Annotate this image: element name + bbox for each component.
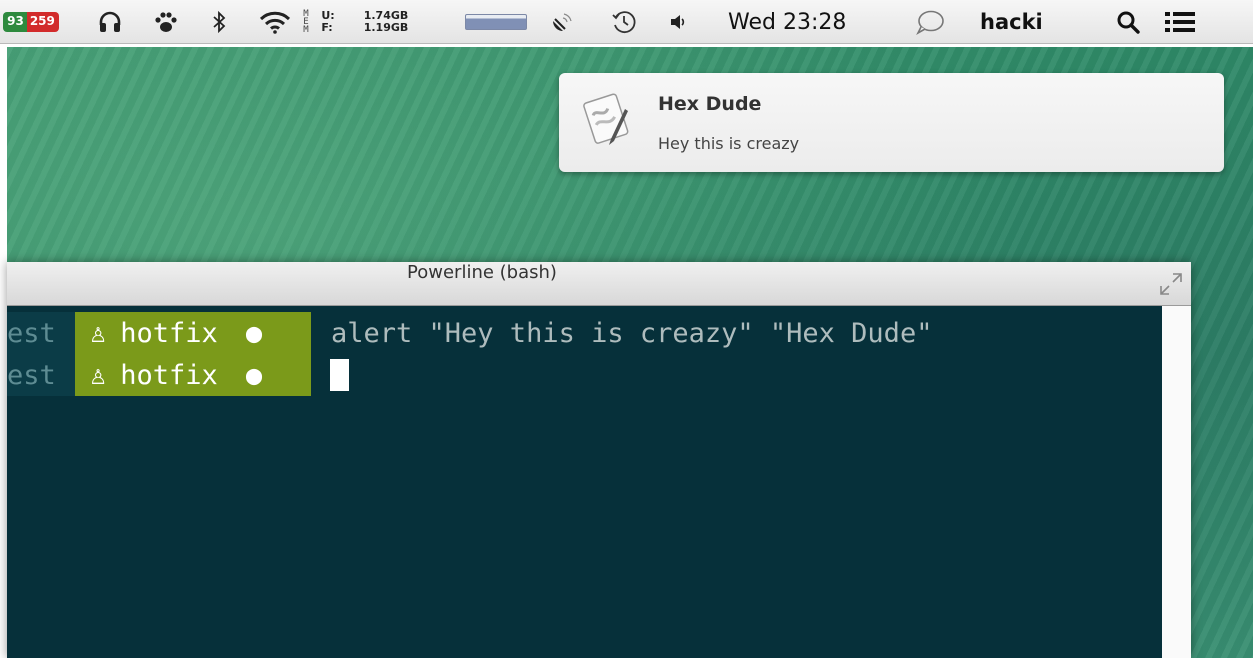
mem-letter: M [303,25,309,35]
apple-icon: ● [245,317,263,349]
badge-count-red: 259 [26,12,59,32]
terminal-line: est ♙ hotfix ● alert "Hey this is creazy… [7,312,932,354]
terminal-title-bar[interactable]: Powerline (bash) [7,262,1191,306]
memory-label: M E M [298,0,314,44]
script-editor-icon [581,89,635,149]
prompt-user-segment: est [7,312,75,354]
notification-banner[interactable]: Hex Dude Hey this is creazy [559,73,1224,172]
prompt-user-segment: est [7,354,75,396]
apple-icon: ● [245,359,263,391]
branch-icon: ♙ [90,359,107,391]
branch-name: hotfix [120,317,218,349]
clock[interactable]: Wed 23:28 [728,0,898,44]
memory-values[interactable]: 1.74GB 1.19GB [356,0,416,44]
user-name: hacki [980,10,1043,34]
terminal-window[interactable]: Powerline (bash) est ♙ hotfix ● alert "H… [7,262,1191,658]
mem-free-value: 1.19GB [363,21,409,34]
text-cursor [330,359,349,391]
memory-gauge[interactable] [463,0,529,44]
wifi-icon[interactable] [255,0,295,44]
clock-text: Wed 23:28 [728,9,847,35]
branch-name: hotfix [120,359,218,391]
paw-icon[interactable] [148,0,184,44]
counter-badge[interactable]: 93 259 [0,0,62,44]
satellite-icon[interactable] [545,0,579,44]
menu-bar: 93 259 M E M U: F: 1.74GB 1.19GB Wed 23:… [0,0,1253,44]
list-icon[interactable] [1160,0,1200,44]
search-icon[interactable] [1112,0,1144,44]
terminal-line: est ♙ hotfix ● [7,354,349,396]
mem-free-label: F: [321,21,333,34]
branch-icon: ♙ [90,317,107,349]
terminal-content[interactable]: est ♙ hotfix ● alert "Hey this is creazy… [7,306,1162,658]
chat-bubble-icon[interactable] [912,0,948,44]
headphones-icon[interactable] [92,0,128,44]
time-machine-icon[interactable] [606,0,642,44]
terminal-scrollbar[interactable] [1162,306,1191,658]
command-text: alert "Hey this is creazy" "Hex Dude" [331,317,933,349]
user-menu[interactable]: hacki [980,0,1070,44]
bluetooth-icon[interactable] [205,0,233,44]
terminal-title: Powerline (bash) [407,262,557,283]
fullscreen-icon[interactable] [1156,269,1186,299]
volume-icon[interactable] [664,0,692,44]
memory-used-free-labels: U: F: [316,0,340,44]
badge-count-green: 93 [3,12,27,32]
prompt-branch-segment: ♙ hotfix ● [75,312,311,354]
notification-body: Hey this is creazy [658,134,800,153]
prompt-branch-segment: ♙ hotfix ● [75,354,311,396]
memory-gauge-bar [465,14,527,30]
notification-title: Hex Dude [658,93,762,115]
